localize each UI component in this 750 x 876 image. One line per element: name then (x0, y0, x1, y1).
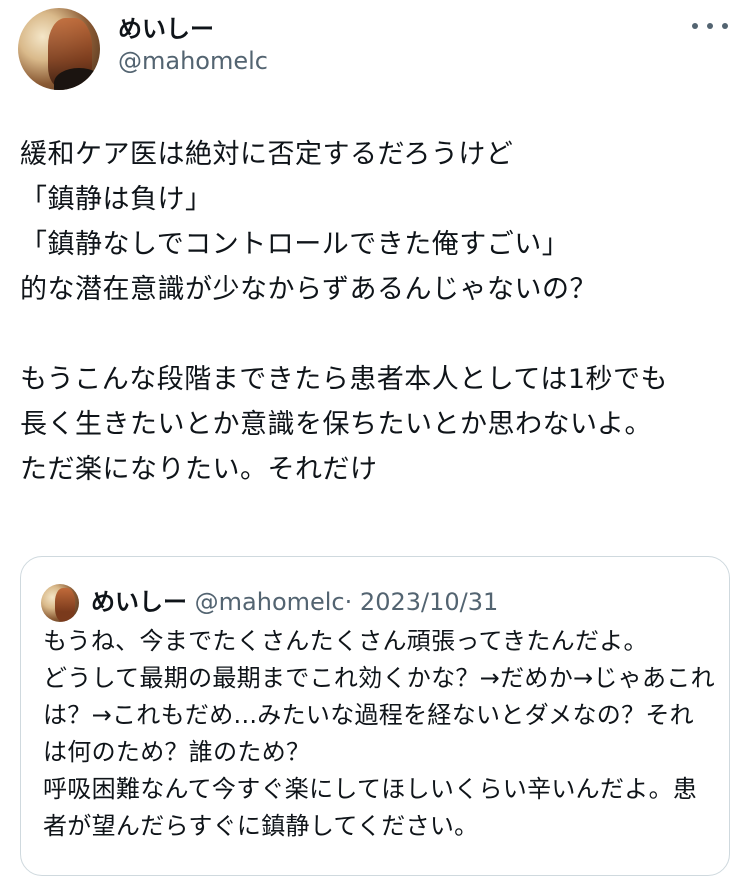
quote-text: もうね、今までたくさんたくさん頑張ってきたんだよ。 どうして最期の最期までこれ効… (43, 627, 715, 840)
more-dot (722, 23, 728, 29)
author-avatar[interactable] (18, 8, 100, 90)
quote-author-avatar (41, 584, 79, 622)
more-dot (707, 23, 713, 29)
more-horizontal-icon[interactable] (692, 14, 728, 38)
author-display-name[interactable]: めいしー (118, 14, 214, 44)
more-dot (692, 23, 698, 29)
avatar-hair (55, 588, 75, 622)
quote-header: めいしー @mahomelc· 2023/10/31 (91, 585, 498, 619)
quoted-tweet-card[interactable]: めいしー @mahomelc· 2023/10/31 もうね、今までたくさんたく… (20, 556, 730, 876)
quote-date: 2023/10/31 (359, 588, 499, 616)
tweet-text: 緩和ケア医は絶対に否定するだろうけど 「鎮静は負け」 「鎮静なしでコントロールで… (20, 139, 669, 485)
quote-author-handle: @mahomelc (194, 588, 345, 616)
quote-author-display-name: めいしー (91, 588, 187, 616)
author-handle[interactable]: @mahomelc (118, 46, 268, 76)
avatar-shoulder (54, 68, 100, 90)
quote-separator: · (344, 588, 353, 616)
